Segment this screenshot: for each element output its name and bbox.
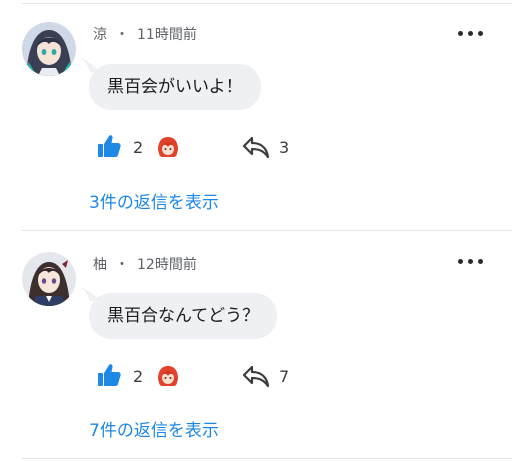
bottom-divider [22,458,512,459]
like-button[interactable] [96,362,122,392]
timestamp: 12時間前 [137,257,197,273]
comment-meta: 涼・ 11時間前 [93,24,197,44]
comment-thread: 涼・ 11時間前 黒百会がいいよ！ 2 3 3件の返信を表示 柚 ・ 12時間前… [0,0,512,461]
like-count: 2 [133,367,144,386]
timestamp: 11時間前 [137,27,197,43]
more-options-icon[interactable] [455,24,487,44]
reply-count: 7 [279,367,290,386]
view-replies-link[interactable]: 3件の返信を表示 [89,188,219,213]
reply-button[interactable] [242,134,270,164]
view-replies-link[interactable]: 7件の返信を表示 [89,416,219,441]
red-hair-character-reaction-icon [156,364,180,388]
meta-separator: ・ [115,257,129,273]
reply-arrow-icon [242,365,270,388]
author-name[interactable]: 涼 [93,27,107,43]
top-divider [22,3,512,4]
meta-separator: ・ [115,27,129,43]
comment-bubble: 黒百合なんてどう？ [89,293,278,339]
author-name[interactable]: 柚 [93,257,107,273]
red-hair-character-reaction-icon [156,135,180,159]
comment-text: 黒百合なんてどう？ [107,306,260,326]
like-count: 2 [133,138,144,157]
anime-girl-dark-hair-avatar[interactable] [22,252,76,306]
anime-girl-teal-hair-avatar[interactable] [22,22,76,76]
comment-divider [22,230,512,231]
reply-button[interactable] [242,363,270,393]
more-options-icon[interactable] [455,252,487,272]
thumbs-up-icon [98,364,121,386]
reply-arrow-icon [242,136,270,159]
comment-text: 黒百会がいいよ！ [107,77,243,97]
reply-count: 3 [279,138,290,157]
comment-meta: 柚・ 12時間前 [93,254,197,274]
comment-bubble: 黒百会がいいよ！ [89,64,261,110]
thumbs-up-icon [98,135,121,157]
like-button[interactable] [96,133,122,163]
